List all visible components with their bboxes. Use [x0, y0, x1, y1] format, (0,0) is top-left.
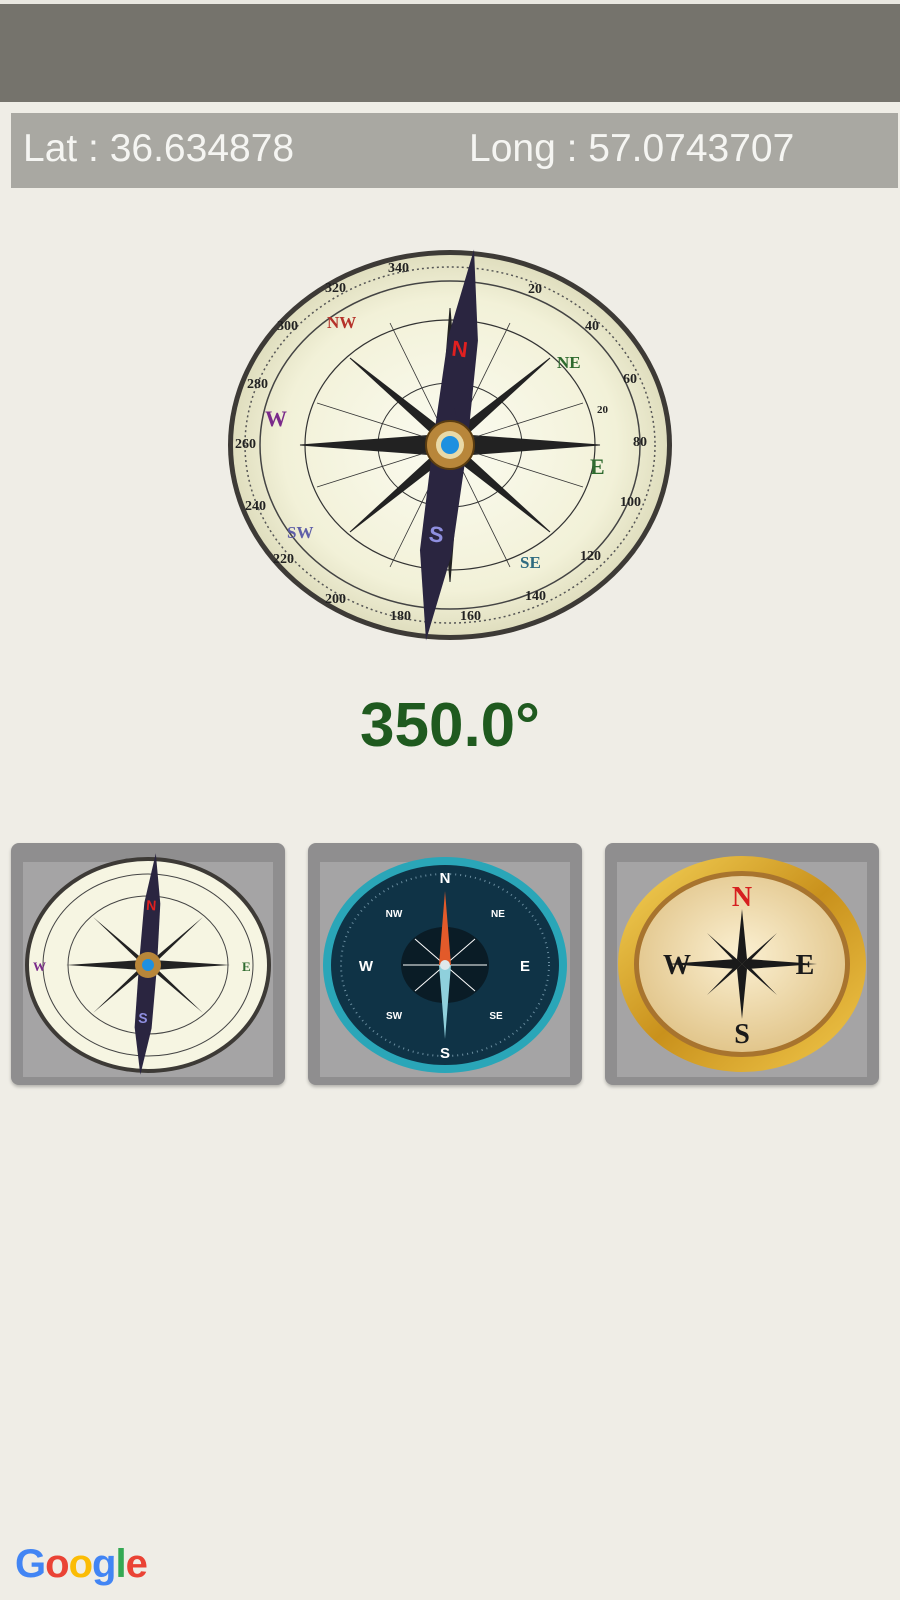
antique-compass-option[interactable]: W E N S	[11, 843, 285, 1085]
tick-label: 40	[585, 319, 599, 334]
tick-label: 60	[623, 372, 637, 387]
south-label: S	[440, 1045, 450, 1062]
west-label: W	[33, 959, 46, 974]
northwest-label: NW	[327, 313, 356, 332]
gold-compass-option[interactable]: N S E W	[605, 843, 879, 1085]
southeast-label: SE	[489, 1011, 503, 1022]
tick-label: 160	[460, 609, 481, 624]
gold-compass-icon: N S E W	[618, 856, 866, 1072]
south-label: S	[734, 1019, 750, 1050]
west-label: W	[359, 958, 374, 975]
coordinates-bar: Lat : 36.634878 Long : 57.0743707	[11, 113, 898, 188]
north-label: N	[440, 870, 451, 887]
tick-label: 280	[247, 377, 268, 392]
latitude-text: Lat : 36.634878	[23, 127, 295, 170]
needle-north-label: N	[146, 897, 157, 914]
tick-label: 180	[390, 609, 411, 624]
southeast-label: SE	[520, 553, 541, 572]
tick-label: 240	[245, 499, 266, 514]
tick-label: 20	[528, 282, 542, 297]
antique-compass-icon: W E N S	[25, 853, 271, 1075]
tick-label: 220	[273, 552, 294, 567]
northeast-label: NE	[557, 353, 581, 372]
teal-compass-icon: N S E W NW NE SW SE	[323, 857, 567, 1073]
east-label: E	[242, 959, 251, 974]
southwest-label: SW	[287, 523, 313, 542]
tick-label: 80	[633, 435, 647, 450]
tick-label: 140	[525, 589, 546, 604]
longitude-text: Long : 57.0743707	[469, 127, 795, 170]
tick-label: 200	[325, 592, 346, 607]
heading-readout: 350.0°	[360, 691, 540, 760]
tick-label: 20	[597, 404, 609, 416]
teal-compass-option[interactable]: N S E W NW NE SW SE	[308, 843, 582, 1085]
tick-label: 120	[580, 549, 601, 564]
needle-south-label: S	[428, 521, 446, 548]
app-toolbar	[0, 0, 900, 102]
east-label: E	[796, 950, 815, 981]
needle-south-label: S	[138, 1009, 148, 1026]
tick-label: 100	[620, 495, 641, 510]
tick-label: 320	[325, 281, 346, 296]
tick-label: 300	[277, 319, 298, 334]
tick-label: 340	[388, 261, 409, 276]
north-label: N	[732, 882, 752, 913]
northeast-label: NE	[491, 909, 505, 920]
tick-label: 260	[235, 437, 256, 452]
google-logo: Google	[15, 1542, 148, 1586]
east-label: E	[590, 454, 605, 479]
main-compass-dial: 340 320 300 280 260 240 220 200 180 160 …	[225, 248, 675, 643]
west-label: W	[663, 950, 691, 981]
northwest-label: NW	[386, 909, 403, 920]
needle-north-label: N	[450, 336, 469, 363]
southwest-label: SW	[386, 1011, 403, 1022]
west-label: W	[265, 406, 287, 431]
east-label: E	[520, 958, 530, 975]
